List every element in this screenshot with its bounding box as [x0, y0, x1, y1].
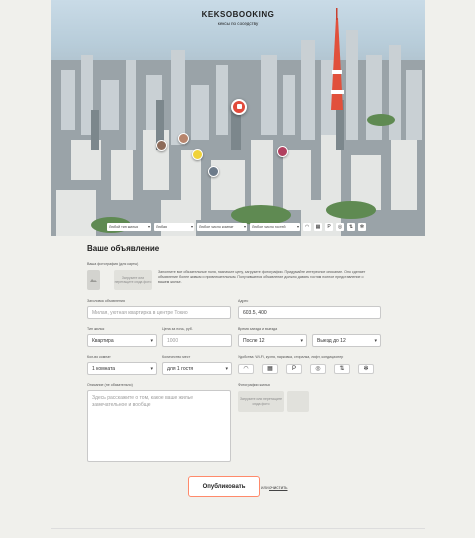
wifi-icon[interactable]: ◠: [238, 364, 254, 374]
capacity-label: Количество мест: [162, 355, 191, 359]
map-pin[interactable]: [208, 166, 219, 177]
conditioner-icon[interactable]: ✻: [358, 364, 374, 374]
filter-guests-select[interactable]: Любое число гостей: [250, 223, 300, 231]
filter-wifi-icon[interactable]: ◠: [303, 223, 311, 231]
washer-icon[interactable]: ◎: [310, 364, 326, 374]
address-input[interactable]: 603.5, 400: [238, 306, 381, 319]
filter-elevator-icon[interactable]: ⇅: [347, 223, 355, 231]
dishwasher-icon[interactable]: ▦: [262, 364, 278, 374]
avatar-preview: [87, 270, 100, 290]
photos-label: Фотографии жилья: [238, 383, 270, 387]
brand: KEKSOBOOKING кексы по соседству: [51, 10, 425, 26]
map-pin[interactable]: [156, 140, 167, 151]
description-textarea[interactable]: Здесь расскажите о том, какое ваше жилье…: [87, 390, 231, 462]
footer-divider: [51, 528, 425, 529]
map-filters: Любой тип жилья Любая Любое число комнат…: [107, 222, 366, 232]
checkin-select[interactable]: После 12: [238, 334, 307, 347]
form-hint: Заполните все обязательные поля, назначь…: [158, 270, 366, 284]
filter-washer-icon[interactable]: ◎: [336, 223, 344, 231]
main-pin[interactable]: [231, 99, 247, 115]
ad-title-input[interactable]: Милая, уютная квартирка в центре Токио: [87, 306, 231, 319]
brand-name: KEKSOBOOKING: [201, 10, 275, 19]
price-input[interactable]: 1000: [162, 334, 232, 347]
map-pin[interactable]: [178, 133, 189, 144]
submit-button[interactable]: Опубликовать: [188, 476, 260, 497]
map-pin[interactable]: [192, 149, 203, 160]
checkout-select[interactable]: Выезд до 12: [312, 334, 381, 347]
or-text: или: [261, 485, 269, 490]
map-pin[interactable]: [277, 146, 288, 157]
avatar-placeholder-icon: [90, 279, 97, 282]
filter-type-select[interactable]: Любой тип жилья: [107, 223, 151, 231]
features-label: Удобства: Wi-Fi, кухня, парковка, стирал…: [238, 355, 344, 359]
capacity-select[interactable]: для 1 гостя: [162, 362, 232, 375]
rooms-label: Кол-во комнат: [87, 355, 111, 359]
parking-icon[interactable]: P: [286, 364, 302, 374]
description-label: Описание (не обязательно): [87, 383, 133, 387]
time-label: Время заезда и выезда: [238, 327, 278, 331]
city-skyline-image: [51, 8, 425, 236]
ad-title-label: Заголовок объявления: [87, 299, 125, 303]
rooms-select[interactable]: 1 комната: [87, 362, 157, 375]
price-label: Цена за ночь, руб.: [162, 327, 193, 331]
type-select[interactable]: Квартира: [87, 334, 157, 347]
photos-upload-zone[interactable]: Загрузите или перетащите сюда фото: [238, 391, 284, 412]
photo-preview: [287, 391, 309, 412]
address-label: Адрес: [238, 299, 249, 303]
map[interactable]: KEKSOBOOKING кексы по соседству Любой ти…: [51, 0, 425, 236]
type-label: Тип жилья: [87, 327, 105, 331]
avatar-label: Ваша фотография (для карты): [87, 262, 139, 266]
filter-conditioner-icon[interactable]: ✻: [358, 223, 366, 231]
filter-price-select[interactable]: Любая: [154, 223, 194, 231]
form-title: Ваше объявление: [87, 244, 160, 253]
avatar-upload-zone[interactable]: Загрузите или перетащите сюда фото: [114, 270, 152, 290]
brand-tagline: кексы по соседству: [217, 21, 259, 26]
reset-link[interactable]: очистить: [269, 485, 288, 490]
filter-dishwasher-icon[interactable]: ▦: [314, 223, 322, 231]
filter-rooms-select[interactable]: Любое число комнат: [197, 223, 247, 231]
elevator-icon[interactable]: ⇅: [334, 364, 350, 374]
filter-parking-icon[interactable]: P: [325, 223, 333, 231]
